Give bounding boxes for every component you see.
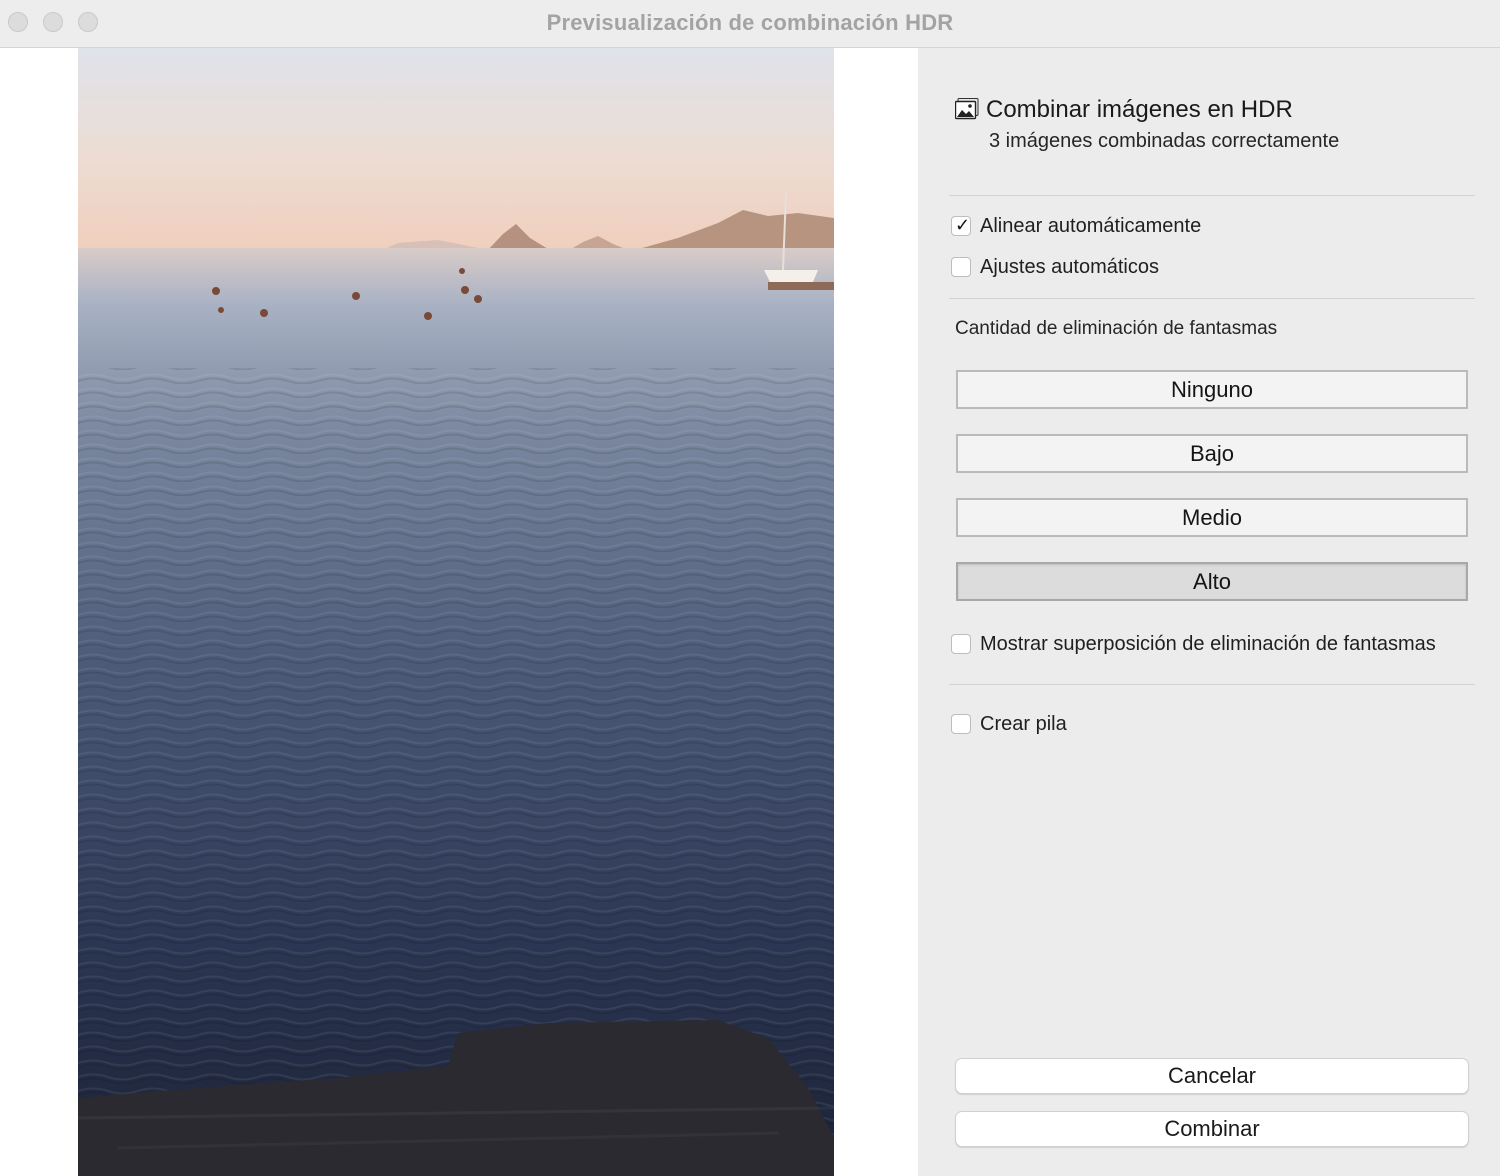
auto-settings-option[interactable]: Ajustes automáticos: [951, 255, 1159, 279]
title-bar: Previsualización de combinación HDR: [0, 0, 1500, 48]
divider: [949, 684, 1475, 685]
hdr-preview-image: [78, 48, 834, 1176]
auto-settings-label: Ajustes automáticos: [980, 255, 1159, 278]
deghost-overlay-label: Mostrar superposición de eliminación de …: [980, 632, 1436, 655]
deghost-amount-label: Cantidad de eliminación de fantasmas: [955, 318, 1278, 339]
divider: [949, 298, 1475, 299]
auto-settings-checkbox[interactable]: [951, 257, 971, 277]
create-stack-option[interactable]: Crear pila: [951, 712, 1067, 736]
cancel-button[interactable]: Cancelar: [955, 1058, 1469, 1094]
merge-status-text: 3 imágenes combinadas correctamente: [989, 130, 1340, 152]
panel-title: Combinar imágenes en HDR: [986, 96, 1293, 123]
auto-align-label: Alinear automáticamente: [980, 214, 1202, 237]
auto-align-checkbox[interactable]: ✓: [951, 215, 971, 236]
merge-button[interactable]: Combinar: [955, 1111, 1469, 1147]
hdr-options-panel: Combinar imágenes en HDR 3 imágenes comb…: [919, 48, 1500, 1176]
deghost-none-button[interactable]: Ninguno: [956, 370, 1468, 409]
auto-align-option[interactable]: ✓ Alinear automáticamente: [951, 214, 1201, 238]
checkmark-icon: ✓: [955, 215, 971, 235]
deghost-overlay-option[interactable]: Mostrar superposición de eliminación de …: [951, 632, 1436, 656]
deghost-medium-button[interactable]: Medio: [956, 498, 1468, 537]
deghost-low-button[interactable]: Bajo: [956, 434, 1468, 473]
photo-stack-icon: [954, 98, 979, 120]
deghost-overlay-checkbox[interactable]: [951, 634, 971, 654]
preview-pane: [0, 48, 918, 1176]
window-title: Previsualización de combinación HDR: [546, 10, 954, 35]
create-stack-label: Crear pila: [980, 712, 1067, 735]
deghost-high-button[interactable]: Alto: [956, 562, 1468, 601]
divider: [949, 195, 1475, 196]
create-stack-checkbox[interactable]: [951, 714, 971, 734]
